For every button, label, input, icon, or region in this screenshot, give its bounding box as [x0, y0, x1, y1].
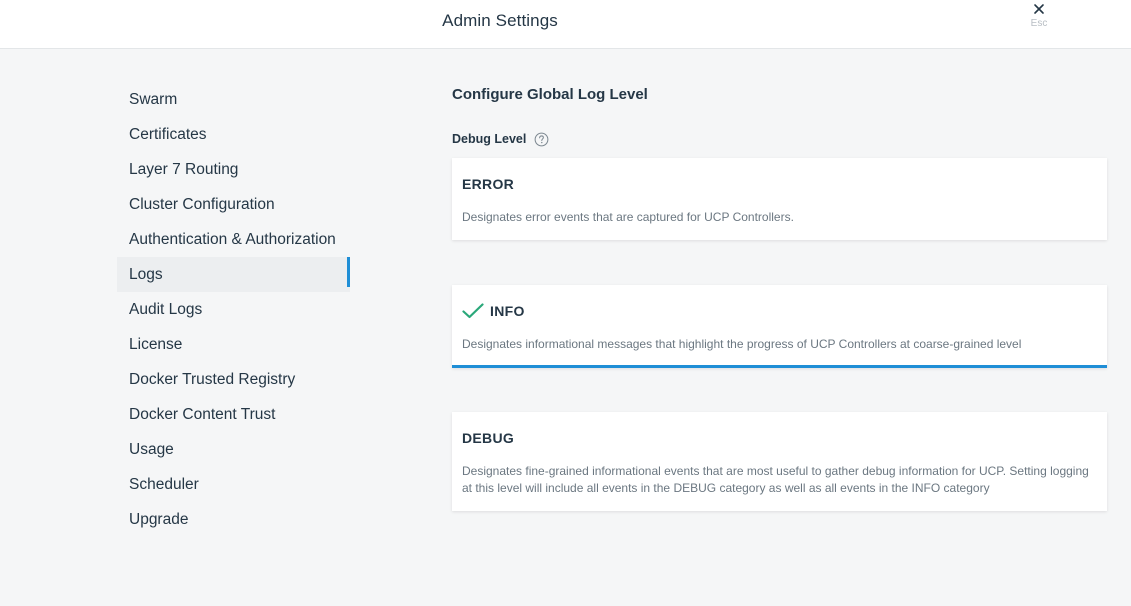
top-bar: Admin Settings Esc	[0, 0, 1131, 49]
debug-level-label: Debug Level	[452, 132, 527, 146]
log-level-head: INFO	[462, 301, 525, 321]
sidebar-item-cluster-configuration[interactable]: Cluster Configuration	[117, 187, 350, 222]
log-level-option-info[interactable]: INFO Designates informational messages t…	[452, 285, 1107, 368]
sidebar-item-upgrade[interactable]: Upgrade	[117, 502, 350, 537]
log-level-name: INFO	[490, 303, 525, 319]
sidebar-item-audit-logs[interactable]: Audit Logs	[117, 292, 350, 327]
log-level-option-error[interactable]: ERROR Designates error events that are c…	[452, 158, 1107, 240]
log-level-description: Designates fine-grained informational ev…	[462, 464, 1089, 495]
sidebar-item-logs[interactable]: Logs	[117, 257, 350, 292]
checkmark-icon	[462, 303, 484, 319]
sidebar-item-docker-content-trust[interactable]: Docker Content Trust	[117, 397, 350, 432]
sidebar-item-layer7-routing[interactable]: Layer 7 Routing	[117, 152, 350, 187]
section-title: Configure Global Log Level	[452, 86, 648, 103]
log-level-description: Designates informational messages that h…	[462, 337, 1022, 351]
sidebar-item-authentication[interactable]: Authentication & Authorization	[117, 222, 350, 257]
log-level-panel: Configure Global Log Level Debug Level E…	[452, 84, 1107, 511]
debug-level-label-row: Debug Level	[452, 130, 1107, 148]
log-level-description: Designates error events that are capture…	[462, 210, 794, 224]
sidebar-item-docker-trusted-registry[interactable]: Docker Trusted Registry	[117, 362, 350, 397]
log-level-name: DEBUG	[462, 430, 515, 446]
log-level-name: ERROR	[462, 176, 515, 192]
sidebar-item-certificates[interactable]: Certificates	[117, 117, 350, 152]
sidebar-item-license[interactable]: License	[117, 327, 350, 362]
settings-sidebar: Swarm Certificates Layer 7 Routing Clust…	[117, 82, 350, 537]
close-button[interactable]: Esc	[1020, 0, 1058, 40]
log-level-head: DEBUG	[462, 428, 514, 448]
sidebar-item-scheduler[interactable]: Scheduler	[117, 467, 350, 502]
sidebar-item-swarm[interactable]: Swarm	[117, 82, 350, 117]
close-shortcut-label: Esc	[1030, 18, 1048, 29]
question-circle-icon[interactable]	[534, 132, 549, 147]
log-level-option-debug[interactable]: DEBUG Designates fine-grained informatio…	[452, 412, 1107, 511]
log-level-head: ERROR	[462, 174, 514, 194]
page-title: Admin Settings	[442, 11, 558, 30]
close-icon[interactable]	[1033, 3, 1045, 15]
sidebar-item-usage[interactable]: Usage	[117, 432, 350, 467]
